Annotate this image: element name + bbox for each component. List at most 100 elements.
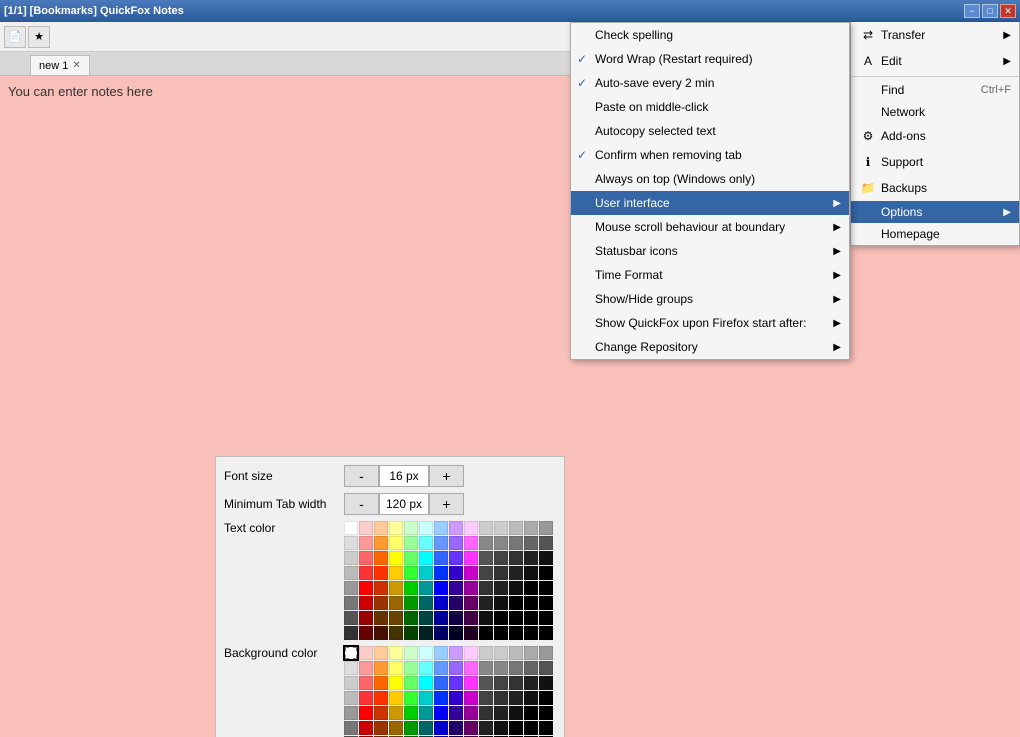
color-cell-56[interactable]	[344, 581, 358, 595]
color-cell-40[interactable]	[524, 676, 538, 690]
color-cell-71[interactable]	[359, 721, 373, 735]
color-cell-59[interactable]	[389, 581, 403, 595]
color-cell-8[interactable]	[464, 646, 478, 660]
color-cell-76[interactable]	[434, 596, 448, 610]
color-cell-55[interactable]	[539, 566, 553, 580]
color-cell-101[interactable]	[389, 626, 403, 640]
color-cell-96[interactable]	[524, 611, 538, 625]
color-cell-32[interactable]	[404, 676, 418, 690]
color-cell-44[interactable]	[374, 566, 388, 580]
menu-item-addons[interactable]: ⚙Add-ons	[851, 123, 1019, 149]
color-cell-71[interactable]	[359, 596, 373, 610]
color-cell-51[interactable]	[479, 566, 493, 580]
color-cell-62[interactable]	[434, 581, 448, 595]
color-cell-67[interactable]	[509, 581, 523, 595]
color-cell-57[interactable]	[359, 581, 373, 595]
color-cell-4[interactable]	[404, 646, 418, 660]
color-cell-106[interactable]	[464, 626, 478, 640]
color-cell-100[interactable]	[374, 626, 388, 640]
color-cell-13[interactable]	[539, 521, 553, 535]
color-cell-104[interactable]	[434, 626, 448, 640]
color-cell-62[interactable]	[434, 706, 448, 720]
color-cell-86[interactable]	[374, 611, 388, 625]
color-cell-56[interactable]	[344, 706, 358, 720]
tab-close-button[interactable]: ✕	[72, 60, 80, 71]
color-cell-75[interactable]	[419, 721, 433, 735]
color-cell-52[interactable]	[494, 691, 508, 705]
color-cell-109[interactable]	[509, 626, 523, 640]
color-cell-11[interactable]	[509, 521, 523, 535]
color-cell-68[interactable]	[524, 581, 538, 595]
color-cell-50[interactable]	[464, 566, 478, 580]
color-cell-60[interactable]	[404, 706, 418, 720]
color-cell-7[interactable]	[449, 521, 463, 535]
color-cell-28[interactable]	[344, 676, 358, 690]
color-cell-78[interactable]	[464, 596, 478, 610]
submenu-item-word-wrap[interactable]: ✓Word Wrap (Restart required)	[571, 47, 849, 71]
menu-item-homepage[interactable]: Homepage	[851, 223, 1019, 245]
color-cell-15[interactable]	[359, 536, 373, 550]
color-cell-103[interactable]	[419, 626, 433, 640]
color-cell-42[interactable]	[344, 566, 358, 580]
color-cell-64[interactable]	[464, 706, 478, 720]
color-cell-3[interactable]	[389, 521, 403, 535]
color-cell-21[interactable]	[449, 536, 463, 550]
color-cell-41[interactable]	[539, 551, 553, 565]
color-cell-66[interactable]	[494, 706, 508, 720]
color-cell-90[interactable]	[434, 611, 448, 625]
menu-item-edit[interactable]: AEdit▶	[851, 48, 1019, 74]
submenu-item-confirm-remove[interactable]: ✓Confirm when removing tab	[571, 143, 849, 167]
color-cell-75[interactable]	[419, 596, 433, 610]
color-cell-34[interactable]	[434, 676, 448, 690]
color-cell-2[interactable]	[374, 646, 388, 660]
color-cell-105[interactable]	[449, 626, 463, 640]
color-cell-73[interactable]	[389, 721, 403, 735]
color-cell-43[interactable]	[359, 566, 373, 580]
color-cell-55[interactable]	[539, 691, 553, 705]
color-cell-95[interactable]	[509, 611, 523, 625]
color-cell-76[interactable]	[434, 721, 448, 735]
color-cell-60[interactable]	[404, 581, 418, 595]
color-cell-79[interactable]	[479, 721, 493, 735]
color-cell-16[interactable]	[374, 661, 388, 675]
new-note-button[interactable]: 📄	[4, 26, 26, 48]
color-cell-83[interactable]	[539, 721, 553, 735]
color-cell-89[interactable]	[419, 611, 433, 625]
color-cell-53[interactable]	[509, 691, 523, 705]
color-cell-68[interactable]	[524, 706, 538, 720]
color-cell-33[interactable]	[419, 676, 433, 690]
color-cell-81[interactable]	[509, 596, 523, 610]
color-cell-45[interactable]	[389, 566, 403, 580]
color-cell-39[interactable]	[509, 551, 523, 565]
color-cell-29[interactable]	[359, 551, 373, 565]
color-cell-30[interactable]	[374, 676, 388, 690]
color-cell-9[interactable]	[479, 646, 493, 660]
restore-button[interactable]: □	[982, 4, 998, 18]
color-cell-57[interactable]	[359, 706, 373, 720]
color-cell-13[interactable]	[539, 646, 553, 660]
tab-new1[interactable]: new 1 ✕	[30, 55, 90, 75]
color-cell-9[interactable]	[479, 521, 493, 535]
color-cell-63[interactable]	[449, 706, 463, 720]
color-cell-99[interactable]	[359, 626, 373, 640]
color-cell-26[interactable]	[524, 536, 538, 550]
color-cell-82[interactable]	[524, 721, 538, 735]
color-cell-45[interactable]	[389, 691, 403, 705]
color-cell-20[interactable]	[434, 536, 448, 550]
color-cell-37[interactable]	[479, 551, 493, 565]
submenu-item-statusbar-icons[interactable]: Statusbar icons▶	[571, 239, 849, 263]
color-cell-47[interactable]	[419, 691, 433, 705]
color-cell-6[interactable]	[434, 646, 448, 660]
color-cell-36[interactable]	[464, 551, 478, 565]
menu-item-backups[interactable]: 📁Backups	[851, 175, 1019, 201]
submenu-item-time-format[interactable]: Time Format▶	[571, 263, 849, 287]
color-cell-97[interactable]	[539, 611, 553, 625]
color-cell-19[interactable]	[419, 536, 433, 550]
submenu-item-change-repository[interactable]: Change Repository▶	[571, 335, 849, 359]
color-cell-43[interactable]	[359, 691, 373, 705]
color-cell-18[interactable]	[404, 661, 418, 675]
text-color-grid[interactable]	[344, 521, 553, 640]
color-cell-1[interactable]	[359, 521, 373, 535]
color-cell-49[interactable]	[449, 691, 463, 705]
color-cell-39[interactable]	[509, 676, 523, 690]
